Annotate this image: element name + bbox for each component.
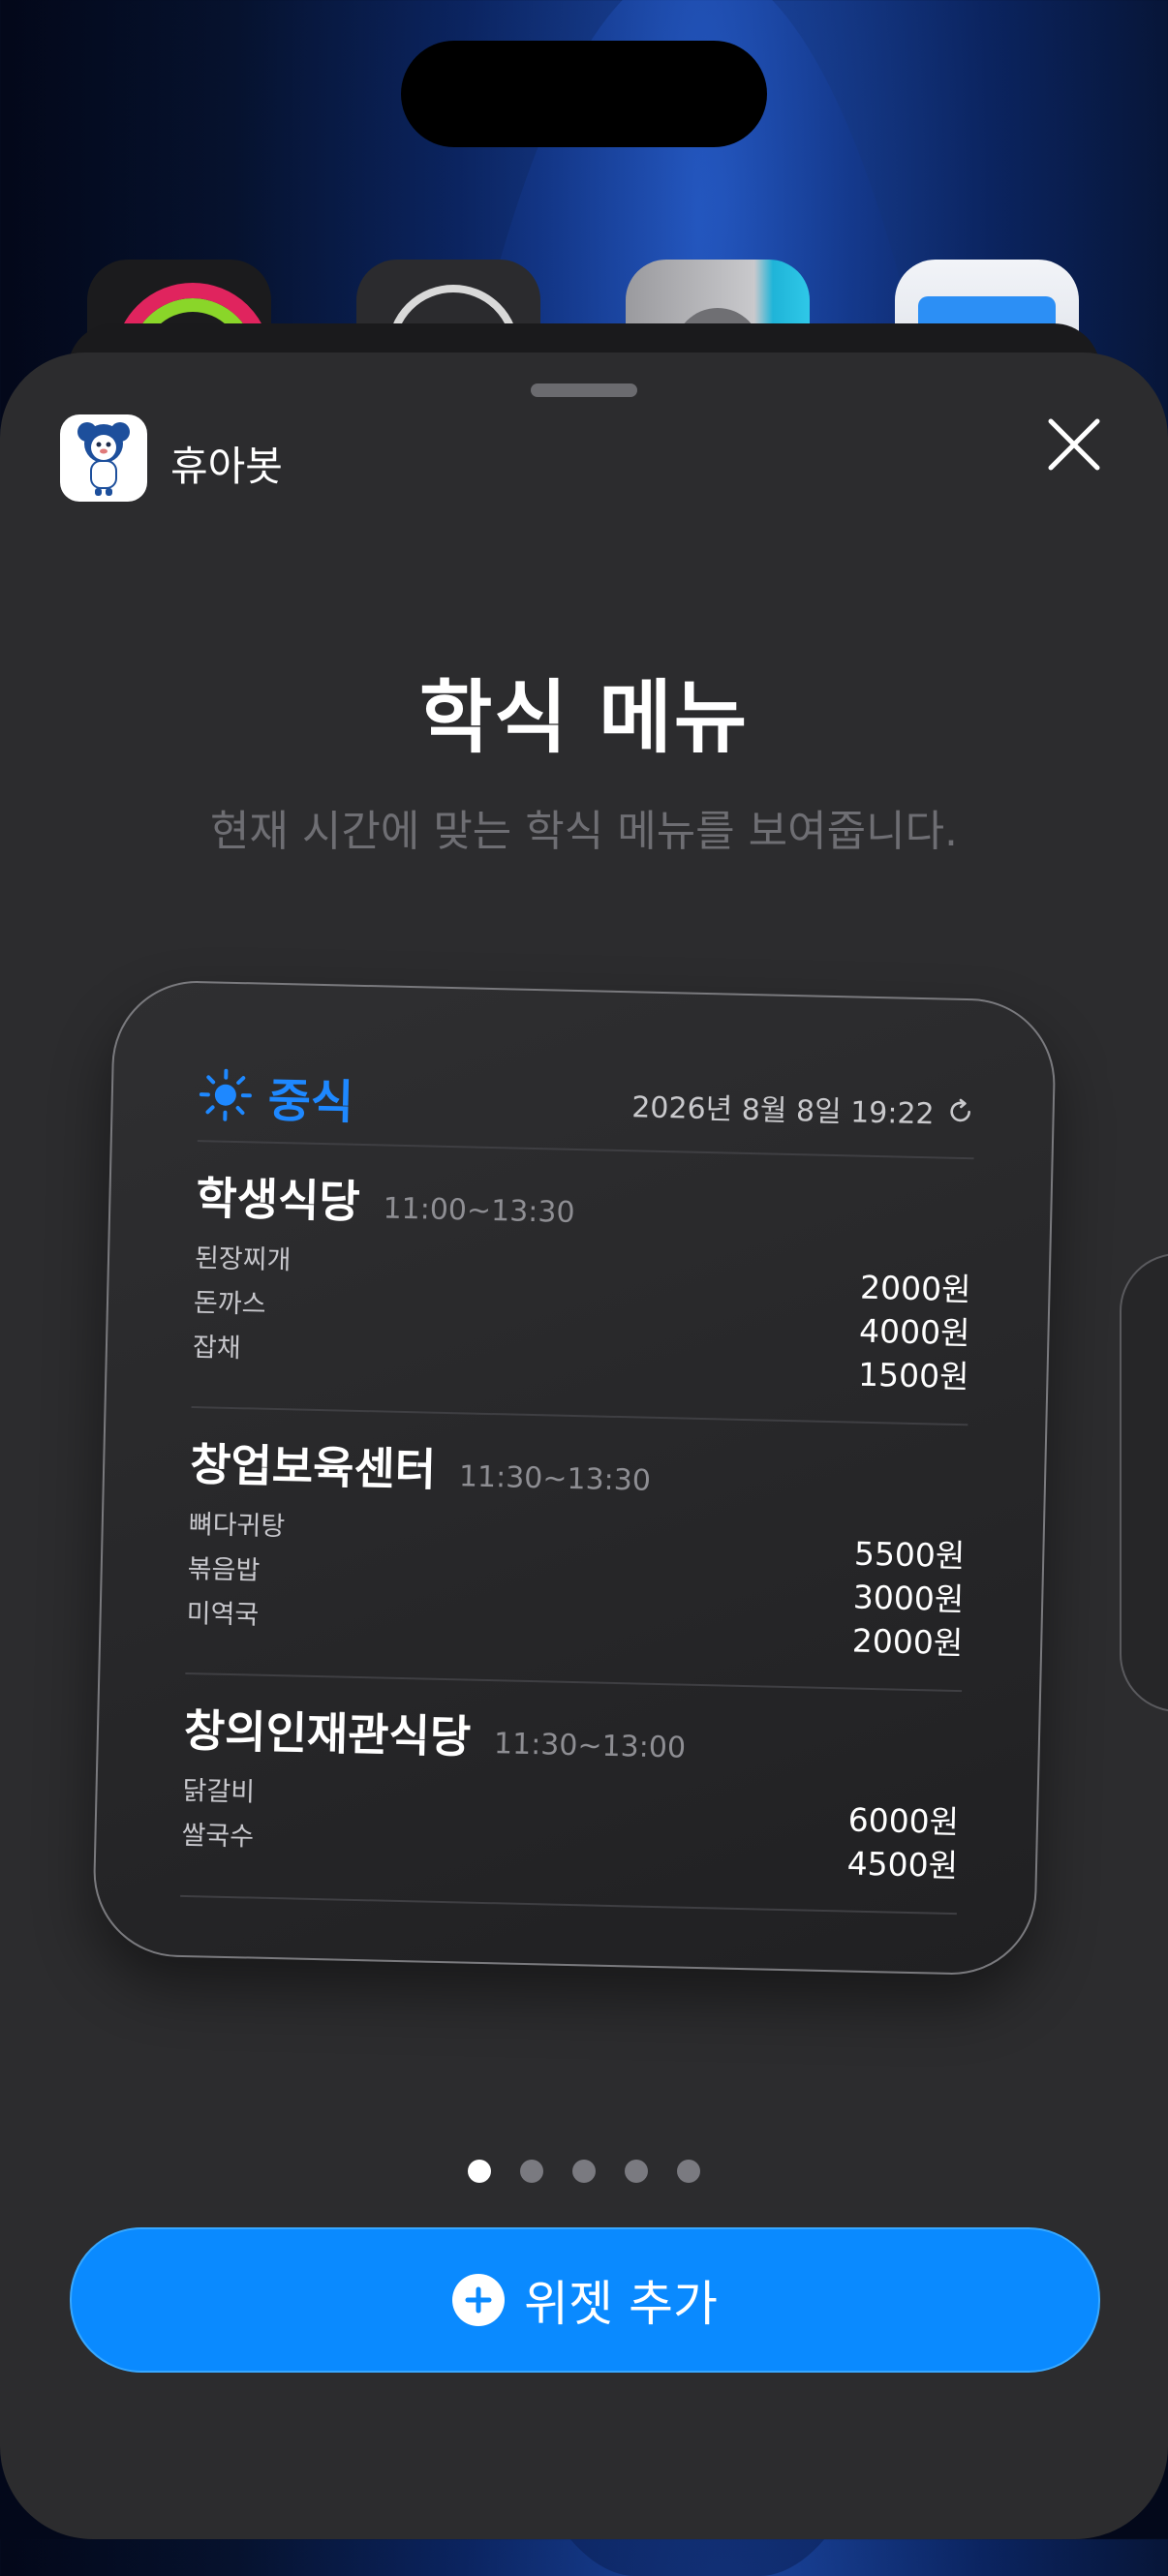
page-dot[interactable] <box>520 2160 543 2183</box>
menu-item-price: 1500원 <box>858 1353 969 1399</box>
menu-item-price: 6000원 <box>847 1798 959 1845</box>
meal-indicator: 중식 <box>198 1060 354 1132</box>
cafeteria-hours: 11:00~13:30 <box>383 1191 575 1229</box>
close-icon <box>1048 418 1100 471</box>
menu-item-price: 3000원 <box>852 1576 964 1622</box>
cafeteria-section: 학생식당 11:00~13:30 된장찌개 돈까스 잡채 2000원 4000원… <box>192 1153 973 1412</box>
menu-item-name: 된장찌개 <box>195 1237 292 1283</box>
meal-label: 중식 <box>267 1062 354 1132</box>
add-widget-label: 위젯 추가 <box>524 2265 718 2335</box>
app-logo-icon <box>60 414 147 502</box>
page-indicator <box>0 2160 1168 2183</box>
sun-icon <box>198 1067 253 1122</box>
cafeteria-section: 창업보육센터 11:30~13:30 뼈다귀탕 볶음밥 미역국 5500원 30… <box>186 1420 968 1678</box>
menu-item-price: 2000원 <box>851 1619 963 1666</box>
menu-item-price: 5500원 <box>853 1532 965 1579</box>
dynamic-island <box>401 41 767 147</box>
cafeteria-name: 창업보육센터 <box>190 1429 437 1499</box>
menu-item-name: 잡채 <box>192 1326 289 1372</box>
menu-item-name: 볶음밥 <box>187 1548 284 1594</box>
menu-widget-preview: 중식 2026년 8월 8일 19:22 학생식당 11:00~13:30 <box>92 979 1058 1977</box>
refresh-icon[interactable] <box>945 1097 975 1127</box>
widget-gallery-sheet: 휴아봇 학식 메뉴 현재 시간에 맞는 학식 메뉴를 보여줍니다. <box>0 353 1168 2539</box>
sheet-grabber[interactable] <box>531 383 637 397</box>
menu-item-price: 4000원 <box>859 1309 970 1356</box>
menu-item-name: 뼈다귀탕 <box>188 1503 285 1549</box>
plus-icon <box>452 2274 505 2326</box>
widget-timestamp-area: 2026년 8월 8일 19:22 <box>631 1083 975 1133</box>
cafeteria-hours: 11:30~13:30 <box>459 1459 652 1497</box>
menu-item-name: 쌀국수 <box>181 1814 255 1860</box>
cafeteria-section: 창의인재관식당 11:30~13:00 닭갈비 쌀국수 6000원 4500원 <box>180 1686 961 1901</box>
widget-description: 현재 시간에 맞는 학식 메뉴를 보여줍니다. <box>0 796 1168 858</box>
page-dot[interactable] <box>468 2160 491 2183</box>
next-widget-preview[interactable] <box>1120 1253 1168 1712</box>
cafeteria-name: 학생식당 <box>196 1163 361 1231</box>
widget-timestamp: 2026년 8월 8일 19:22 <box>631 1083 935 1132</box>
app-name: 휴아봇 <box>170 434 283 493</box>
cafeteria-hours: 11:30~13:00 <box>494 1727 687 1764</box>
menu-item-name: 돈까스 <box>193 1281 290 1328</box>
menu-item-price: 4500원 <box>846 1841 958 1887</box>
add-widget-button[interactable]: 위젯 추가 <box>70 2227 1100 2373</box>
cafeteria-name: 창의인재관식당 <box>183 1696 472 1766</box>
page-dot[interactable] <box>572 2160 596 2183</box>
close-button[interactable] <box>1040 411 1108 478</box>
menu-item-name: 닭갈비 <box>182 1769 256 1816</box>
menu-item-price: 2000원 <box>860 1266 971 1312</box>
widget-title: 학식 메뉴 <box>0 653 1168 768</box>
page-dot[interactable] <box>625 2160 648 2183</box>
page-dot[interactable] <box>677 2160 700 2183</box>
widget-header: 중식 2026년 8월 8일 19:22 <box>198 1060 975 1146</box>
menu-item-name: 미역국 <box>186 1592 283 1639</box>
